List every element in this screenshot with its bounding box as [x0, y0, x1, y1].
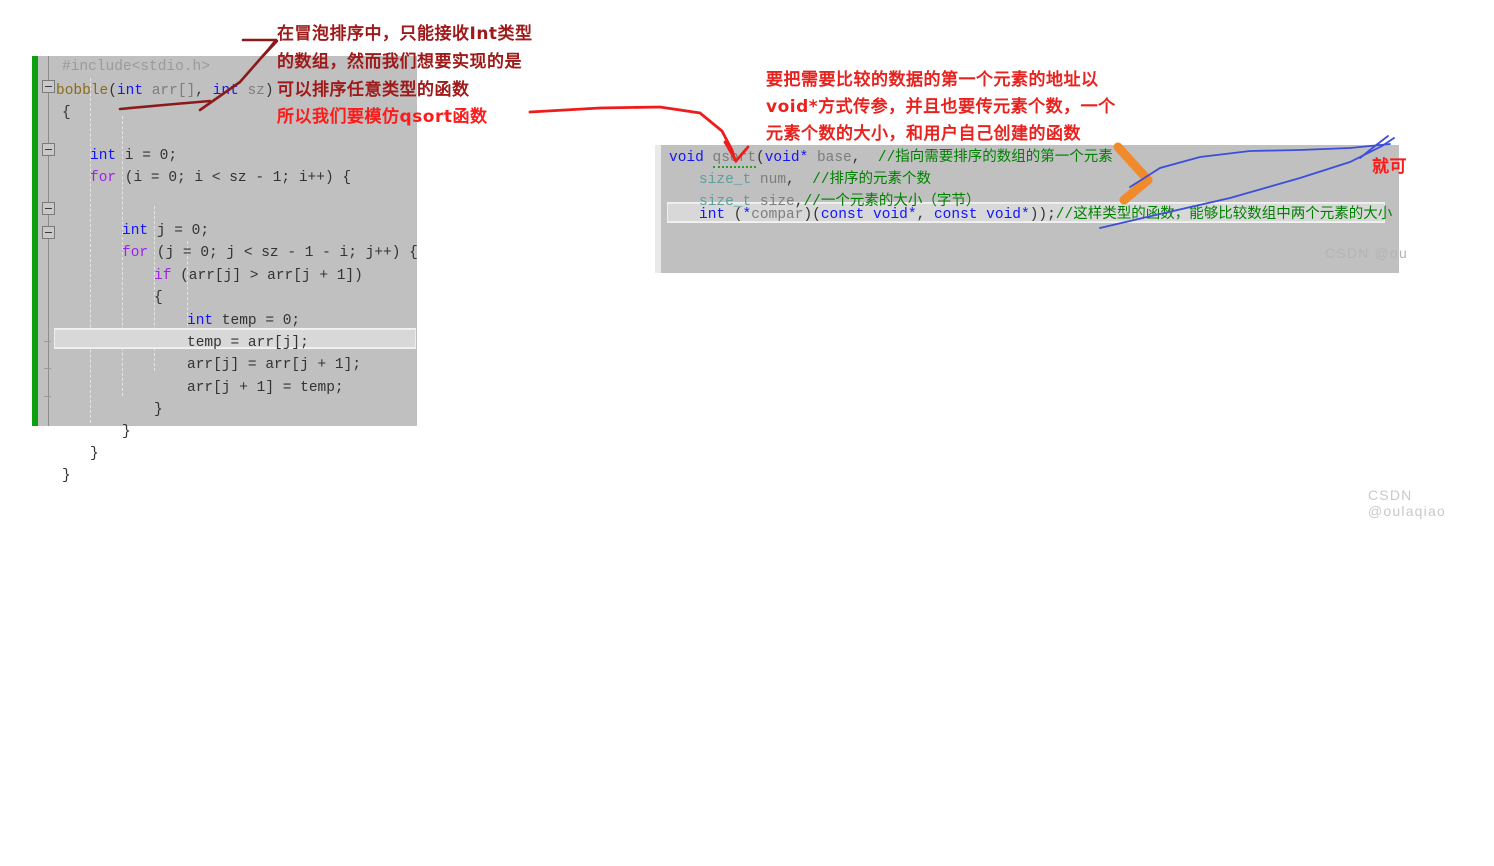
annotation-top-left-line2: 的数组，然而我们想要实现的是	[277, 52, 522, 72]
fold-toggle-inner-for[interactable]	[42, 202, 55, 215]
qsort-comment-num: //排序的元素个数	[812, 172, 932, 188]
annotation-right-line2: void*方式传参，并且也要传元素个数，一个	[766, 97, 1116, 117]
code-line-signature: bobble(int arr[], int sz)	[56, 83, 274, 99]
qsort-line-num: size_t num, //排序的元素个数	[699, 172, 932, 188]
code-line-decl-j: int j = 0;	[122, 223, 210, 239]
param1-name-token: arr[]	[151, 83, 196, 99]
inner-watermark: CSDN @ou	[1325, 245, 1408, 261]
code-line-close-function: }	[62, 468, 71, 484]
param2-type-token: int	[212, 83, 239, 99]
qsort-comment-compar: //这样类型的函数，能够比较数组中两个元素的大小	[1055, 207, 1393, 223]
code-line-swap-back: arr[j + 1] = temp;	[187, 380, 344, 396]
code-line-temp-assign: temp = arr[j];	[187, 335, 309, 351]
code-line-outer-for: for (i = 0; i < sz - 1; i++) {	[90, 170, 352, 186]
fold-toggle-function[interactable]	[42, 80, 55, 93]
qsort-comment-base: //指向需要排序的数组的第一个元素	[877, 150, 1113, 166]
fold-toggle-if[interactable]	[42, 226, 55, 239]
code-line-close-if: }	[154, 402, 163, 418]
qsort-line-compar: int (*compar)(const void*, const void*))…	[699, 207, 1393, 223]
code-line-close-outer-for: }	[90, 446, 99, 462]
annotation-top-left-line3: 可以排序任意类型的函数	[277, 80, 470, 100]
code-line-inner-for: for (j = 0; j < sz - 1 - i; j++) {	[122, 245, 418, 261]
preprocessor-directive: #include<stdio.h>	[62, 59, 210, 75]
csdn-watermark: CSDN @oulaqiao	[1368, 487, 1446, 519]
qsort-token: qsort	[712, 150, 757, 168]
annotation-top-left-line1: 在冒泡排序中，只能接收Int类型	[277, 24, 533, 44]
code-line-if: if (arr[j] > arr[j + 1])	[154, 268, 363, 284]
code-line-close-inner-for: }	[122, 424, 131, 440]
annotation-top-left-red: 所以我们要模仿qsort函数	[277, 107, 488, 127]
param1-type-token: int	[116, 83, 144, 99]
code-line-decl-i: int i = 0;	[90, 148, 178, 164]
param2-name-token: sz	[247, 83, 265, 99]
code-fold-gutter[interactable]	[38, 56, 60, 426]
annotation-clipped-right: 就可	[1372, 157, 1407, 177]
code-line-arr-shift: arr[j] = arr[j + 1];	[187, 357, 362, 373]
annotation-right-line3: 元素个数的大小，和用户自己创建的函数	[766, 124, 1081, 144]
function-name-token: bobble	[56, 83, 109, 99]
left-margin-strip	[655, 145, 661, 273]
code-line-decl-temp: int temp = 0;	[187, 313, 301, 329]
code-line-if-open-brace: {	[154, 290, 163, 306]
screenshot-root: #include<stdio.h> bobble(int arr[], int …	[0, 0, 1494, 519]
qsort-prototype-code-editor[interactable]: void qsort(void* base, //指向需要排序的数组的第一个元素…	[655, 145, 1407, 273]
qsort-line-signature: void qsort(void* base, //指向需要排序的数组的第一个元素	[669, 150, 1113, 168]
fold-toggle-outer-for[interactable]	[42, 143, 55, 156]
code-line-open-brace: {	[62, 105, 71, 121]
code-line-include: #include<stdio.h>	[62, 59, 210, 75]
annotation-right-line1: 要把需要比较的数据的第一个元素的地址以	[766, 70, 1099, 90]
